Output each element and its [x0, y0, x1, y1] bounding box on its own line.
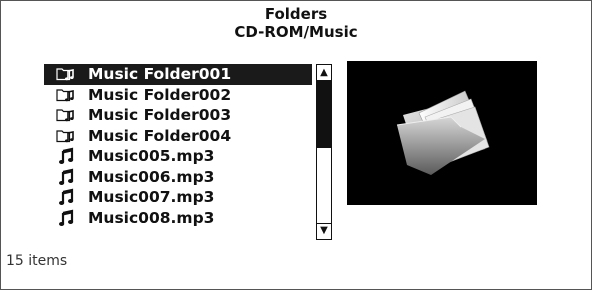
- music-note-icon: [56, 168, 78, 186]
- folder-music-icon: [56, 86, 78, 104]
- list-item-label: Music Folder004: [88, 126, 232, 145]
- scrollbar[interactable]: ▲ ▼: [316, 64, 332, 240]
- scrollbar-thumb[interactable]: [317, 81, 331, 148]
- list-item[interactable]: Music007.mp3: [44, 187, 312, 208]
- folder-music-icon: [56, 127, 78, 145]
- music-note-icon: [56, 209, 78, 227]
- file-list: Music Folder001 Music Folder002 Music Fo…: [44, 64, 312, 242]
- music-note-icon: [56, 188, 78, 206]
- list-item-label: Music005.mp3: [88, 147, 215, 166]
- list-item-label: Music007.mp3: [88, 188, 215, 207]
- header: Folders CD-ROM/Music: [0, 5, 592, 41]
- list-item[interactable]: Music006.mp3: [44, 167, 312, 188]
- arrow-down-icon[interactable]: ▼: [317, 223, 331, 238]
- page-title: Folders: [264, 5, 328, 23]
- preview-pane: [347, 61, 537, 205]
- list-item[interactable]: Music Folder002: [44, 85, 312, 106]
- list-item-label: Music Folder003: [88, 106, 232, 125]
- list-item-label: Music008.mp3: [88, 208, 215, 227]
- list-item[interactable]: Music008.mp3: [44, 208, 312, 229]
- arrow-up-icon[interactable]: ▲: [317, 66, 331, 81]
- folder-music-icon: [56, 106, 78, 124]
- folder-music-icon: [56, 65, 78, 83]
- list-item[interactable]: Music005.mp3: [44, 146, 312, 167]
- list-item[interactable]: Music Folder003: [44, 105, 312, 126]
- list-item[interactable]: Music Folder001: [44, 64, 312, 85]
- open-folder-icon: [396, 90, 490, 175]
- list-item-label: Music Folder001: [88, 65, 232, 84]
- breadcrumb-path: CD-ROM/Music: [234, 23, 358, 41]
- music-note-icon: [56, 147, 78, 165]
- list-item[interactable]: Music Folder004: [44, 126, 312, 147]
- item-count: 15 items: [6, 253, 68, 269]
- list-item-label: Music006.mp3: [88, 167, 215, 186]
- list-item-label: Music Folder002: [88, 85, 232, 104]
